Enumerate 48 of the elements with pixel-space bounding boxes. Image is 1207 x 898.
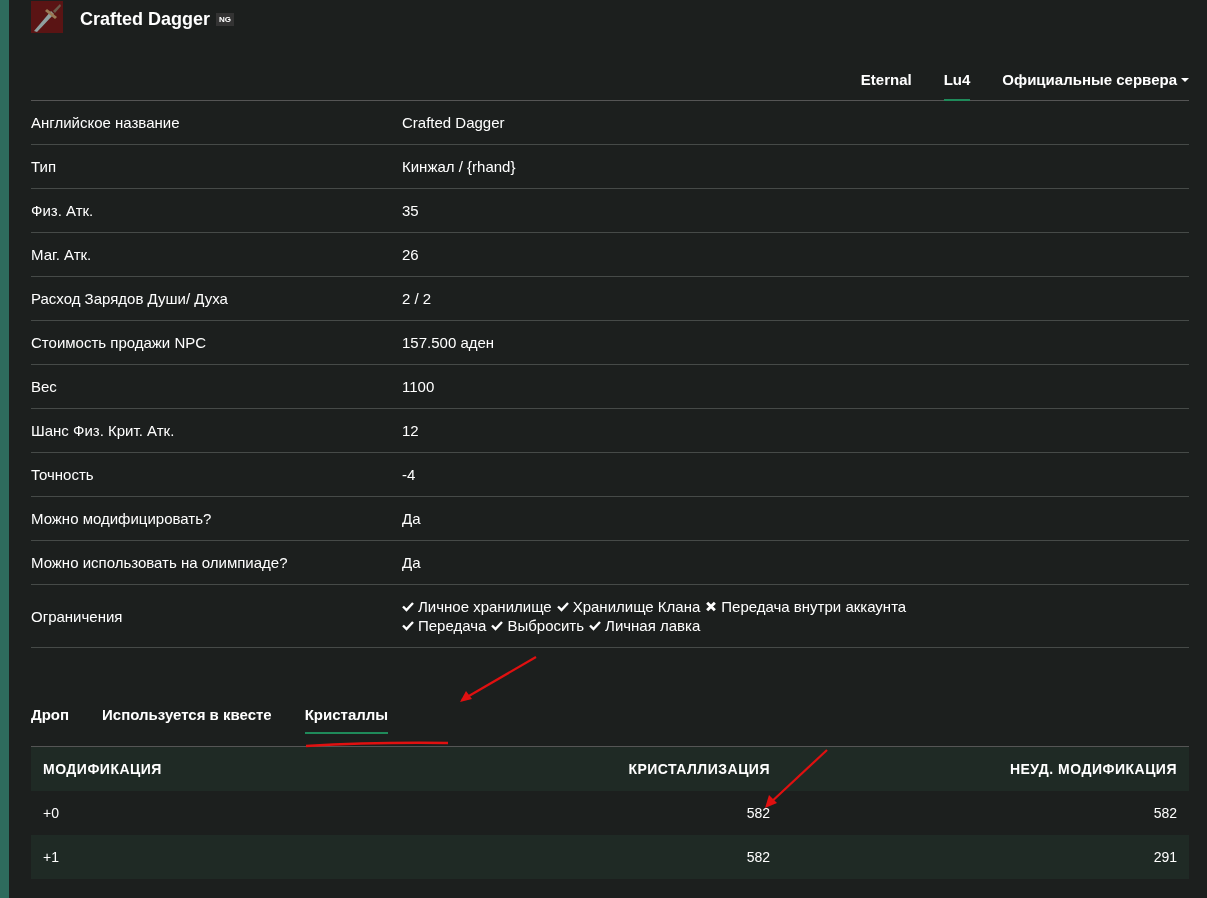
restriction-label: Хранилище Клана — [572, 597, 701, 616]
property-label: Шанс Физ. Крит. Атк. — [31, 422, 176, 439]
property-value: Да — [402, 510, 421, 527]
property-value: Crafted Dagger — [402, 114, 505, 131]
property-label: Ограничения — [31, 607, 124, 625]
restriction-label: Выбросить — [507, 616, 585, 635]
table-cell-text: +1 — [43, 849, 60, 865]
server-tab[interactable]: Официальные сервера — [1002, 66, 1189, 101]
table-cell-text: 582 — [1152, 805, 1177, 821]
property-value: 157.500 аден — [402, 334, 495, 351]
table-cell-text: 582 — [745, 849, 770, 865]
property-label: Стоимость продажи NPC — [31, 334, 208, 351]
section-tab[interactable]: Используется в квесте — [102, 706, 272, 734]
table-cell-text: 291 — [1152, 849, 1177, 865]
dagger-icon — [31, 1, 63, 33]
restriction-label: Передача — [418, 616, 487, 635]
table-cell-text: +0 — [43, 805, 60, 821]
property-value: 1100 — [402, 378, 435, 395]
restriction-label: Личная лавка — [605, 616, 701, 635]
property-value: 35 — [402, 202, 419, 219]
property-label: Можно модифицировать? — [31, 510, 213, 527]
property-value: -4 — [402, 466, 416, 483]
property-label: Английское название — [31, 114, 181, 131]
server-tab[interactable]: Lu4 — [943, 66, 971, 101]
restriction-label: Личное хранилище — [418, 597, 552, 616]
restriction-label: Передача внутри аккаунта — [721, 597, 907, 616]
property-label: Точность — [31, 466, 95, 483]
section-tab[interactable]: Дроп — [31, 706, 70, 734]
server-tab[interactable]: Eternal — [860, 66, 912, 101]
property-label: Физ. Атк. — [31, 202, 95, 219]
property-label: Вес — [31, 378, 58, 395]
column-header: КРИСТАЛЛИЗАЦИЯ — [627, 761, 770, 777]
property-label: Расход Зарядов Души/ Духа — [31, 290, 229, 307]
property-label: Маг. Атк. — [31, 246, 93, 263]
grade-label: NG — [216, 12, 235, 26]
table-cell-text: 582 — [745, 805, 770, 821]
property-value: 2 / 2 — [402, 290, 432, 307]
section-tab[interactable]: Кристаллы — [304, 706, 389, 734]
column-header: МОДИФИКАЦИЯ — [43, 761, 163, 777]
column-header: НЕУД. МОДИФИКАЦИЯ — [1008, 761, 1177, 777]
property-value: 26 — [402, 246, 419, 263]
property-label: Тип — [31, 158, 57, 175]
caret-icon — [1181, 77, 1189, 82]
property-value: Кинжал / {rhand} — [402, 158, 516, 175]
item-title: Crafted Dagger — [80, 8, 211, 30]
property-label: Можно использовать на олимпиаде? — [31, 554, 289, 571]
property-value: Да — [402, 554, 421, 571]
property-value: 12 — [402, 422, 419, 439]
